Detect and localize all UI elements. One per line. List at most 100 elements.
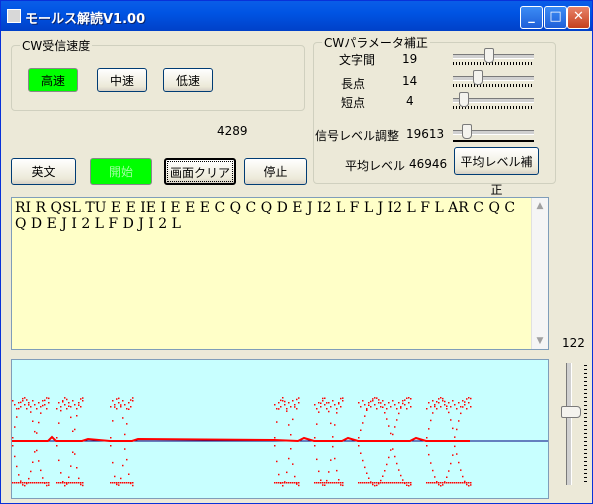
speed-high-button[interactable]: 高速 (28, 68, 78, 92)
side-level-track[interactable] (566, 363, 572, 485)
waveform-dot (82, 482, 84, 484)
side-level-ticks (584, 365, 587, 483)
waveform-dot (436, 401, 438, 403)
waveform-dot (48, 397, 50, 400)
waveform-dot (280, 482, 282, 484)
waveform-dot (332, 400, 334, 402)
waveform-dot (32, 461, 34, 463)
waveform-dot (428, 482, 430, 484)
speed-low-button[interactable]: 低速 (163, 68, 213, 92)
dash-thumb[interactable] (473, 70, 483, 85)
close-button[interactable]: ✕ (567, 6, 590, 29)
english-mode-button[interactable]: 英文 (11, 158, 76, 185)
speed-medium-button[interactable]: 中速 (97, 68, 147, 92)
title-bar[interactable]: モールス解読V1.00 _ □ ✕ (1, 1, 592, 31)
waveform-dot (282, 482, 284, 484)
waveform-dot (314, 404, 316, 406)
waveform-dot (298, 397, 300, 399)
scroll-down-icon[interactable]: ▼ (533, 334, 547, 348)
waveform-dot (464, 480, 466, 483)
waveform-dot (396, 462, 398, 465)
waveform-dot (68, 405, 70, 407)
waveform-dot (394, 404, 396, 406)
waveform-dot (76, 467, 78, 469)
waveform-dot (332, 482, 334, 484)
waveform-dot (276, 408, 278, 410)
waveform-dot (298, 402, 300, 404)
waveform-dot (376, 397, 378, 399)
waveform-dot (382, 475, 384, 477)
waveform-dot (74, 428, 76, 431)
waveform-dot (110, 482, 112, 484)
waveform-dot (322, 400, 324, 402)
waveform-dot (378, 482, 380, 484)
char-gap-slider[interactable] (453, 47, 534, 67)
waveform-dot (22, 397, 24, 400)
waveform-dot (298, 482, 300, 484)
waveform-dot (440, 406, 442, 408)
text-scrollbar[interactable]: ▲ ▼ (531, 198, 548, 349)
average-level-value: 46946 (409, 157, 448, 171)
waveform-dot (274, 404, 276, 406)
waveform-dot (462, 400, 464, 402)
waveform-dot (382, 406, 384, 408)
waveform-dot (78, 402, 80, 404)
decoded-text: RI R QSL TU E E IE I E E E C Q C Q D E J… (15, 200, 516, 232)
signal-level-slider[interactable] (453, 123, 534, 143)
counter-value: 4289 (217, 124, 248, 138)
waveform-dot (16, 465, 18, 468)
waveform-dot (38, 421, 40, 424)
maximize-button[interactable]: □ (544, 6, 567, 29)
waveform-dot (436, 408, 438, 410)
waveform-dot (296, 482, 298, 484)
waveform-dot (126, 423, 128, 425)
waveform-dot (404, 482, 406, 484)
waveform-dot (46, 482, 48, 484)
waveform-dot (326, 408, 328, 410)
signal-level-thumb[interactable] (462, 124, 472, 139)
waveform-dot (20, 482, 22, 484)
waveform-dot (292, 418, 294, 421)
waveform-dot (430, 482, 432, 484)
waveform-dot (128, 408, 130, 410)
waveform-dot (358, 437, 360, 439)
waveform-dot (368, 482, 370, 484)
waveform-dot (286, 408, 288, 410)
main-window: モールス解読V1.00 _ □ ✕ CW受信速度 高速 中速 低速 4289 C… (0, 0, 593, 504)
waveform-dot (398, 412, 400, 415)
waveform-dot (78, 404, 80, 406)
waveform-dot (434, 482, 436, 484)
app-icon[interactable] (7, 9, 21, 23)
decoded-text-area[interactable]: RI R QSL TU E E IE I E E E C Q C Q D E J… (11, 197, 549, 350)
dot-thumb[interactable] (459, 92, 469, 107)
waveform-dot (370, 482, 372, 484)
waveform-dot (368, 404, 370, 406)
waveform-dot (122, 417, 124, 419)
minimize-button[interactable]: _ (520, 6, 543, 29)
waveform-dot (128, 402, 130, 404)
waveform-dot (332, 445, 334, 448)
clear-screen-button[interactable]: 画面クリア (164, 158, 236, 185)
waveform-dot (288, 424, 290, 426)
waveform-dot (38, 402, 40, 404)
waveform-dot (74, 453, 76, 455)
waveform-dot (128, 473, 130, 475)
waveform-dot (342, 400, 344, 402)
waveform-dot (430, 406, 432, 408)
waveform-dot (278, 473, 280, 476)
char-gap-thumb[interactable] (484, 48, 494, 63)
average-level-correct-button[interactable]: 平均レベル補正 (454, 147, 539, 197)
waveform-dot (18, 407, 20, 410)
dot-slider[interactable] (453, 91, 534, 111)
waveform-dot (404, 404, 406, 406)
waveform-dot (388, 482, 390, 484)
waveform-dot (16, 408, 18, 410)
side-level-thumb[interactable] (561, 406, 581, 418)
dash-slider[interactable] (453, 69, 534, 89)
scroll-up-icon[interactable]: ▲ (533, 199, 547, 213)
waveform-dot (470, 482, 472, 484)
waveform-dot (66, 398, 68, 401)
stop-button[interactable]: 停止 (244, 158, 307, 185)
waveform-dot (444, 400, 446, 403)
start-button[interactable]: 開始 (90, 158, 152, 185)
